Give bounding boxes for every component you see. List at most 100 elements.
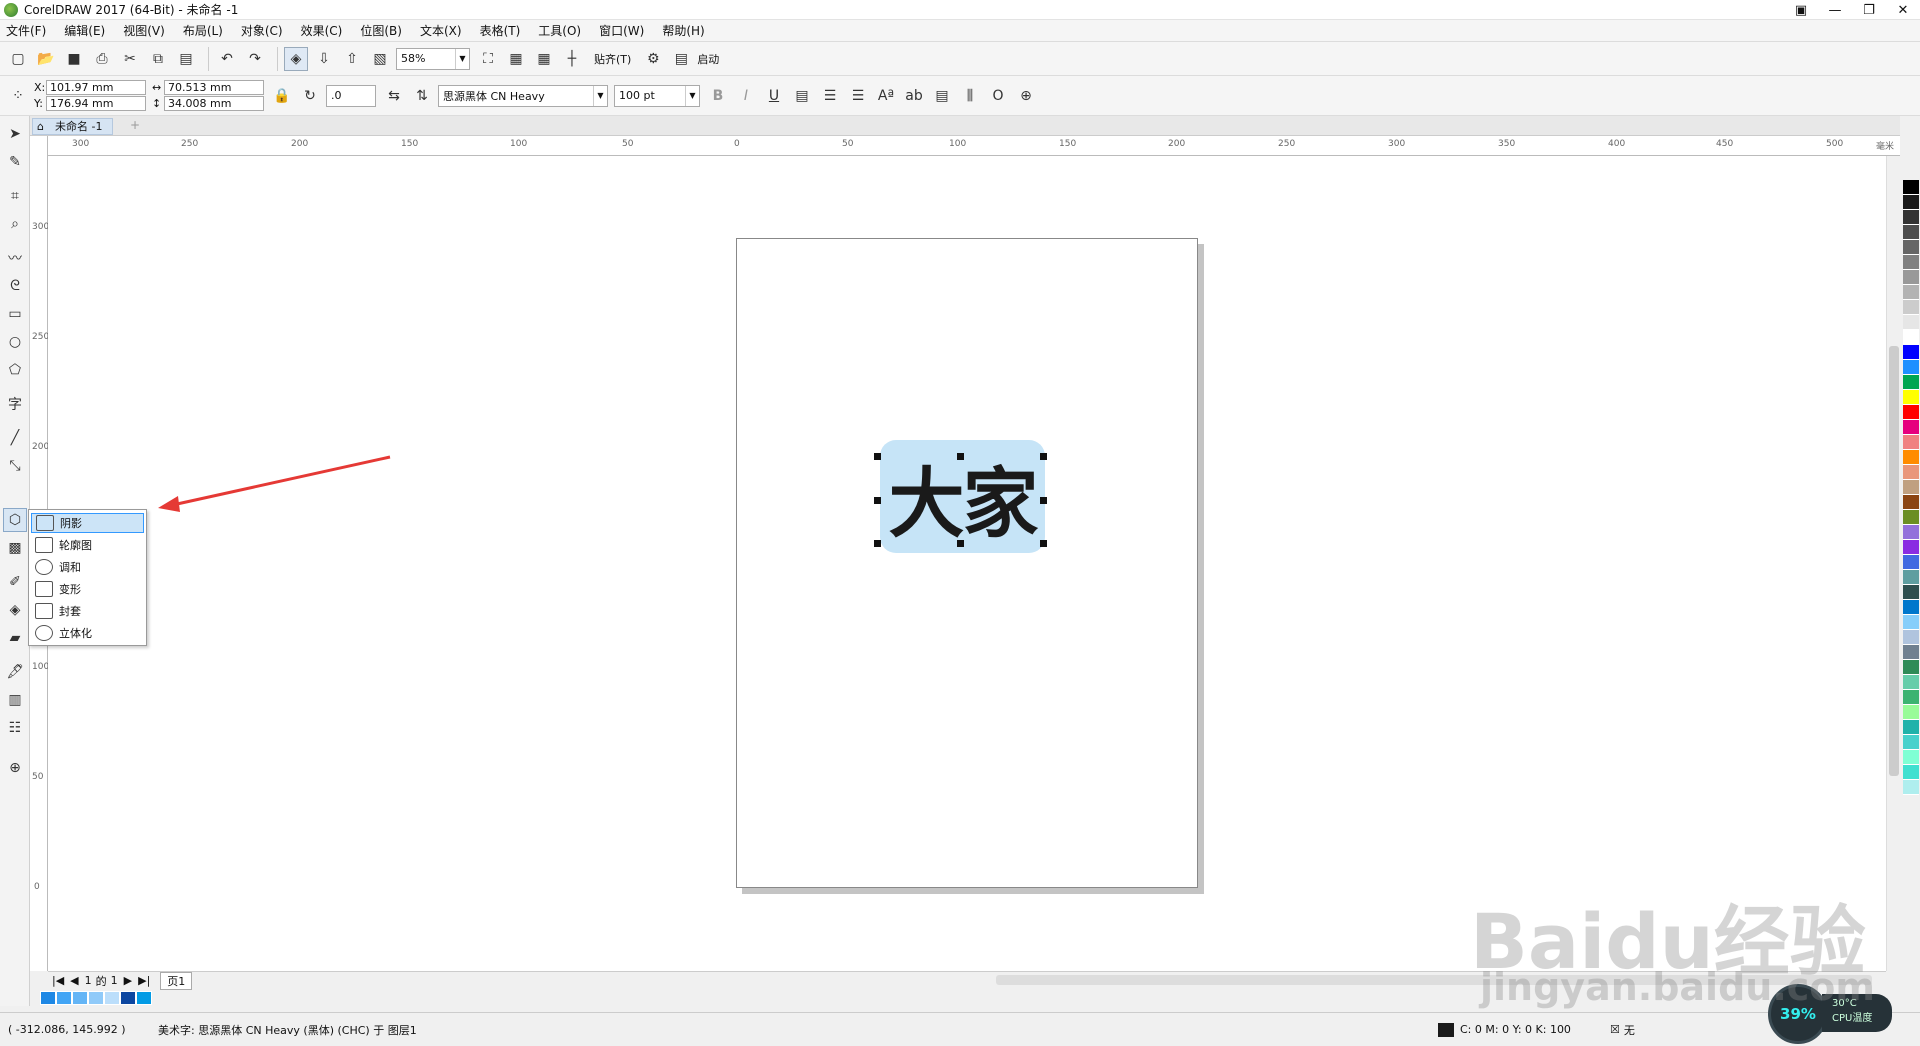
interactive-fill-icon[interactable]: ◈: [3, 598, 27, 622]
y-input[interactable]: 176.94 mm: [46, 96, 146, 111]
import-icon[interactable]: ⇩: [312, 47, 336, 71]
rotation-input[interactable]: .0: [326, 84, 376, 107]
palette-swatch[interactable]: [1903, 570, 1919, 585]
connector-tool-icon[interactable]: ⤡: [3, 454, 27, 478]
document-palette-swatch[interactable]: [88, 991, 104, 1005]
document-tab[interactable]: ⌂ 未命名 -1: [32, 118, 114, 135]
palette-swatch[interactable]: [1903, 360, 1919, 375]
flyout-item-envelope[interactable]: 封套: [31, 601, 144, 621]
palette-swatch[interactable]: [1903, 465, 1919, 480]
document-palette-swatch[interactable]: [136, 991, 152, 1005]
menu-text[interactable]: 文本(X): [420, 22, 462, 39]
next-page-icon[interactable]: ▶: [124, 974, 132, 987]
mirror-vertical-icon[interactable]: ⇅: [410, 84, 434, 108]
menu-tools[interactable]: 工具(O): [538, 22, 581, 39]
vertical-text-icon[interactable]: ⫼: [958, 84, 982, 108]
mirror-horizontal-icon[interactable]: ⇆: [382, 84, 406, 108]
palette-swatch[interactable]: [1903, 780, 1919, 795]
palette-swatch[interactable]: [1903, 420, 1919, 435]
palette-swatch[interactable]: [1903, 345, 1919, 360]
font-size-select[interactable]: 100 pt ▼: [614, 84, 700, 107]
copy-icon[interactable]: ⧉: [146, 47, 170, 71]
font-family-select[interactable]: 思源黑体 CN Heavy ▼: [438, 84, 608, 107]
selection-handle[interactable]: [1040, 453, 1047, 460]
palette-swatch[interactable]: [1903, 615, 1919, 630]
palette-swatch[interactable]: [1903, 240, 1919, 255]
open-folder-icon[interactable]: 📂: [34, 47, 58, 71]
new-document-icon[interactable]: ▢: [6, 47, 30, 71]
palette-swatch[interactable]: [1903, 660, 1919, 675]
palette-swatch[interactable]: [1903, 315, 1919, 330]
paste-icon[interactable]: ▤: [174, 47, 198, 71]
add-icon[interactable]: ⊕: [1014, 84, 1038, 108]
document-page[interactable]: [736, 238, 1198, 888]
blend-tool-icon[interactable]: ⬡: [3, 508, 27, 532]
launch-icon[interactable]: ▤: [669, 47, 693, 71]
dimension-tool-icon[interactable]: ╱: [3, 426, 27, 450]
page-tab[interactable]: 页1: [160, 971, 193, 990]
flyout-item-drop-shadow[interactable]: 阴影: [31, 513, 144, 533]
text-align-icon[interactable]: ▤: [790, 84, 814, 108]
document-palette-swatch[interactable]: [120, 991, 136, 1005]
italic-icon[interactable]: I: [734, 84, 758, 108]
horizontal-text-icon[interactable]: ▤: [930, 84, 954, 108]
palette-swatch[interactable]: [1903, 585, 1919, 600]
palette-swatch[interactable]: [1903, 195, 1919, 210]
palette-swatch[interactable]: [1903, 705, 1919, 720]
palette-swatch[interactable]: [1903, 270, 1919, 285]
palette-swatch[interactable]: [1903, 750, 1919, 765]
palette-swatch[interactable]: [1903, 525, 1919, 540]
selection-handle[interactable]: [957, 453, 964, 460]
selection-handle[interactable]: [874, 540, 881, 547]
show-rulers-icon[interactable]: ▦: [504, 47, 528, 71]
fill-tool-icon[interactable]: ▥: [3, 688, 27, 712]
menu-bitmaps[interactable]: 位图(B): [360, 22, 402, 39]
palette-swatch[interactable]: [1903, 690, 1919, 705]
help-icon[interactable]: ▣: [1784, 0, 1818, 20]
menu-file[interactable]: 文件(F): [6, 22, 46, 39]
polygon-tool-icon[interactable]: ⬠: [3, 358, 27, 382]
search-content-icon[interactable]: ◈: [284, 46, 308, 71]
height-input[interactable]: 34.008 mm: [164, 96, 264, 111]
print-icon[interactable]: ⎙: [90, 47, 114, 71]
scroll-thumb[interactable]: [1889, 346, 1899, 776]
crop-tool-icon[interactable]: ⌗: [3, 184, 27, 208]
palette-swatch[interactable]: [1903, 210, 1919, 225]
adjust-icon[interactable]: ☷: [3, 716, 27, 740]
flyout-item-contour[interactable]: 轮廓图: [31, 535, 144, 555]
save-icon[interactable]: ■: [62, 47, 86, 71]
selection-handle[interactable]: [1040, 540, 1047, 547]
palette-swatch[interactable]: [1903, 225, 1919, 240]
palette-swatch[interactable]: [1903, 495, 1919, 510]
transparency-tool-icon[interactable]: ▩: [3, 536, 27, 560]
cut-icon[interactable]: ✂: [118, 47, 142, 71]
outline-pen-icon[interactable]: 🖋: [3, 660, 27, 684]
minimize-button[interactable]: —: [1818, 0, 1852, 20]
palette-swatch[interactable]: [1903, 435, 1919, 450]
rotation-icon[interactable]: ↻: [298, 84, 322, 108]
palette-swatch[interactable]: [1903, 765, 1919, 780]
freehand-tool-icon[interactable]: 〰: [3, 246, 27, 270]
zoom-select[interactable]: 58% ▼: [396, 47, 470, 70]
bold-icon[interactable]: B: [706, 84, 730, 108]
palette-swatch[interactable]: [1903, 735, 1919, 750]
palette-swatch[interactable]: [1903, 180, 1919, 195]
flyout-item-distort[interactable]: 变形: [31, 579, 144, 599]
snap-to-label[interactable]: 贴齐(T): [594, 51, 631, 67]
restore-button[interactable]: ❐: [1852, 0, 1886, 20]
menu-help[interactable]: 帮助(H): [662, 22, 704, 39]
new-tab-icon[interactable]: +: [130, 118, 140, 132]
flyout-item-blend[interactable]: 调和: [31, 557, 144, 577]
document-palette-swatch[interactable]: [104, 991, 120, 1005]
palette-swatch[interactable]: [1903, 510, 1919, 525]
underline-icon[interactable]: U: [762, 84, 786, 108]
menu-table[interactable]: 表格(T): [480, 22, 521, 39]
bullet-list-icon[interactable]: ☰: [818, 84, 842, 108]
document-palette-swatch[interactable]: [56, 991, 72, 1005]
menu-effects[interactable]: 效果(C): [301, 22, 343, 39]
drop-cap-icon[interactable]: ☰: [846, 84, 870, 108]
prev-page-icon[interactable]: ◀: [70, 974, 78, 987]
palette-swatch[interactable]: [1903, 645, 1919, 660]
show-grid-icon[interactable]: ▦: [532, 47, 556, 71]
text-tool-icon[interactable]: 字: [3, 392, 27, 416]
